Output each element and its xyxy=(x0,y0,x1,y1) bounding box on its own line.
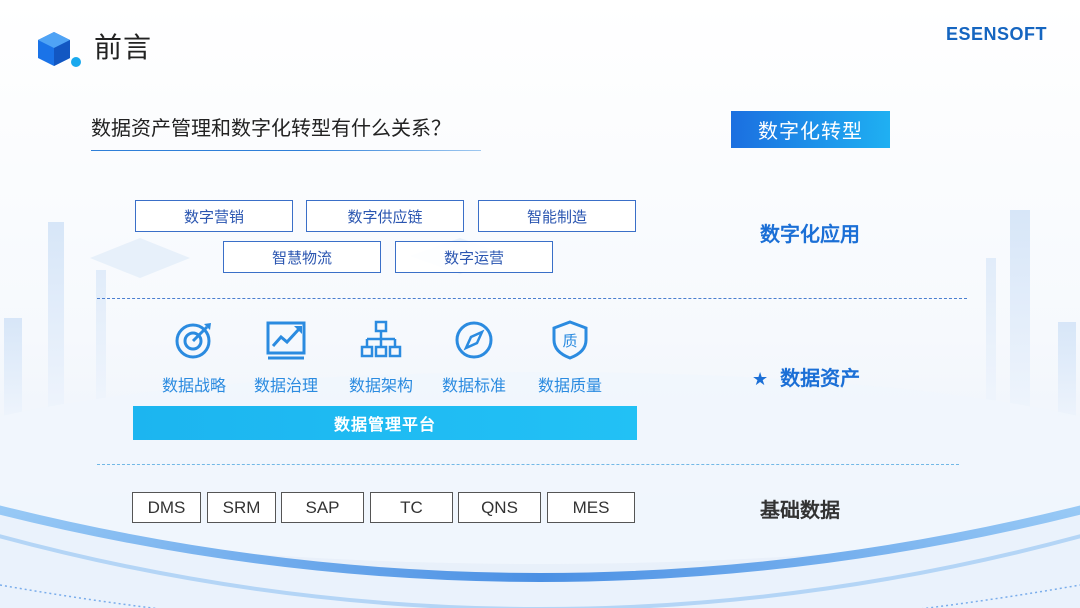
app-box-smart-manufacturing: 智能制造 xyxy=(478,200,636,232)
brand-logo: ESENSOFT xyxy=(945,24,1047,44)
page-title: 前言 xyxy=(94,31,153,64)
slide: 前言 ESENSOFT 数据资产管理和数字化转型有什么关系？ 数字化转型 数字营… xyxy=(0,0,1080,608)
app-box-digital-marketing: 数字营销 xyxy=(135,200,293,232)
asset-item-standards: 数据标准 xyxy=(429,320,519,396)
base-box-sap: SAP xyxy=(281,492,364,523)
divider-bottom xyxy=(97,464,959,465)
asset-item-strategy: 数据战略 xyxy=(149,320,239,396)
base-box-tc: TC xyxy=(370,492,453,523)
asset-label-standards: 数据标准 xyxy=(441,376,506,395)
base-box-mes: MES xyxy=(547,492,635,523)
base-box-dms: DMS xyxy=(132,492,201,523)
quality-shield-icon: 质 xyxy=(552,320,588,360)
compass-icon xyxy=(455,321,493,359)
trend-chart-icon xyxy=(266,321,306,360)
logo-cube-icon xyxy=(38,32,81,67)
applications-label: 数字化应用 xyxy=(760,222,860,246)
asset-item-architecture: 数据架构 xyxy=(336,320,426,396)
divider-top xyxy=(97,298,967,299)
asset-label-strategy: 数据战略 xyxy=(161,376,226,395)
question-underline xyxy=(91,150,481,151)
asset-label-architecture: 数据架构 xyxy=(348,376,413,395)
asset-item-quality: 质 数据质量 xyxy=(525,320,615,396)
data-assets-label-text: 数据资产 xyxy=(780,366,861,390)
asset-label-quality: 数据质量 xyxy=(537,376,602,395)
hierarchy-icon xyxy=(360,320,402,358)
base-box-qns: QNS xyxy=(458,492,541,523)
base-box-srm: SRM xyxy=(207,492,276,523)
asset-item-governance: 数据治理 xyxy=(241,320,331,396)
question-heading: 数据资产管理和数字化转型有什么关系？ xyxy=(91,116,451,140)
target-icon xyxy=(175,323,211,359)
base-data-label: 基础数据 xyxy=(760,498,840,522)
star-icon: ★ xyxy=(752,369,769,390)
data-management-platform-bar: 数据管理平台 xyxy=(133,406,637,440)
transformation-badge: 数字化转型 xyxy=(731,111,890,148)
app-box-digital-operations: 数字运营 xyxy=(395,241,553,273)
app-box-smart-logistics: 智慧物流 xyxy=(223,241,381,273)
svg-text:质: 质 xyxy=(562,332,577,350)
data-assets-label: ★ 数据资产 xyxy=(752,362,860,391)
app-box-digital-supply-chain: 数字供应链 xyxy=(306,200,464,232)
asset-label-governance: 数据治理 xyxy=(253,376,318,395)
